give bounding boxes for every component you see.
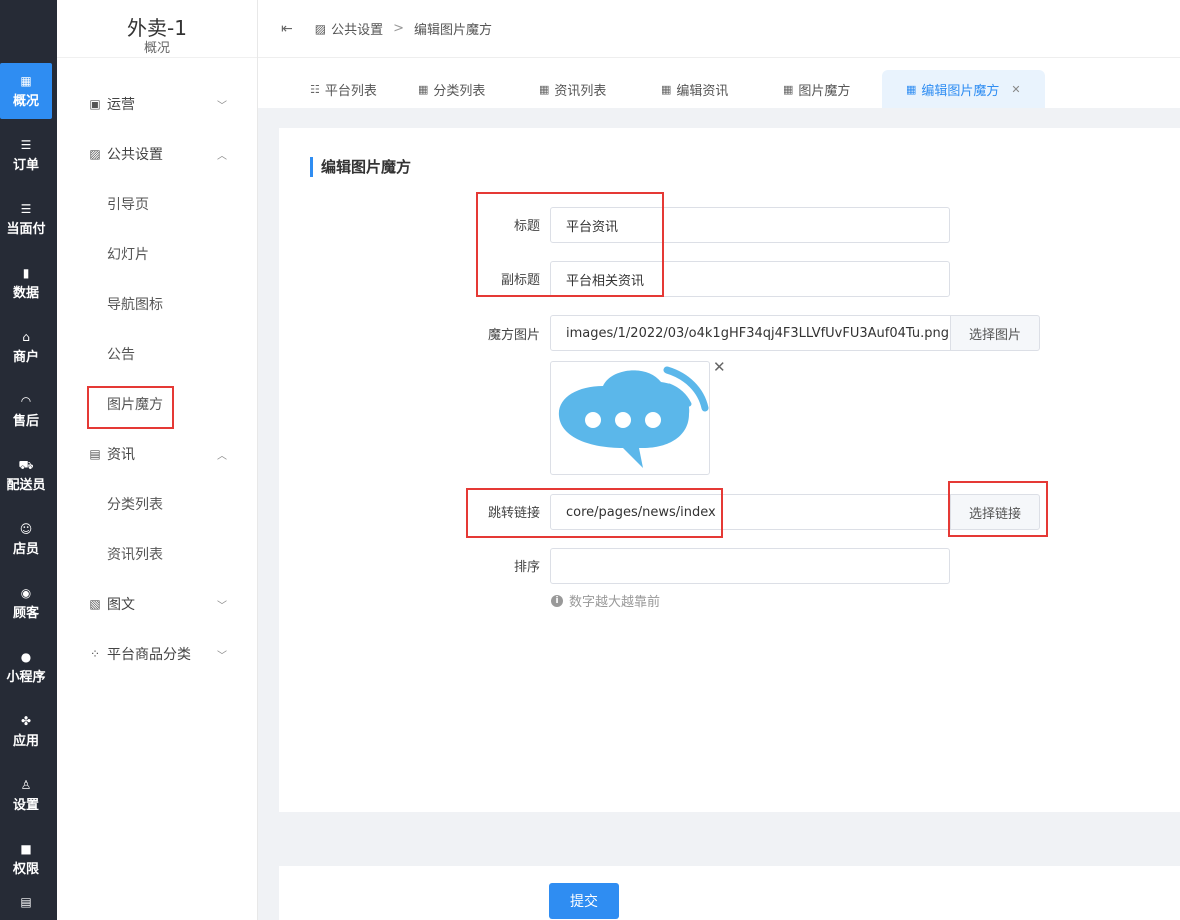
tab-platform-list[interactable]: ☷ 平台列表 bbox=[310, 70, 377, 108]
rail-item-apps[interactable]: ✤ 应用 bbox=[0, 703, 52, 759]
store-name: 外卖-1 bbox=[127, 16, 187, 40]
top-header: ⇤ ▨ 公共设置 > 编辑图片魔方 bbox=[258, 0, 1180, 58]
chevron-down-icon: ﹀ bbox=[217, 650, 227, 662]
tab-edit-image-cube[interactable]: ▦ 编辑图片魔方 ✕ bbox=[882, 70, 1045, 108]
headset-icon: ◠ bbox=[20, 393, 32, 408]
menu-header: 外卖-1 概况 bbox=[57, 0, 257, 58]
rail-item-merchant[interactable]: ⌂ 商户 bbox=[0, 319, 52, 375]
breadcrumb-separator: > bbox=[393, 21, 404, 36]
tab-news-list[interactable]: ▦ 资讯列表 bbox=[539, 70, 606, 108]
menu-item-public-settings[interactable]: ▨ 公共设置 ︿ bbox=[57, 129, 257, 179]
chat-bubble-icon bbox=[558, 366, 709, 468]
menu-item-notice[interactable]: 公告 bbox=[57, 329, 257, 379]
list-icon: ☰ bbox=[20, 137, 32, 152]
report-icon: ▤ bbox=[20, 895, 32, 909]
image-label: 魔方图片 bbox=[487, 328, 540, 343]
breadcrumb-parent[interactable]: 公共设置 bbox=[331, 19, 383, 38]
menu-subtitle: 概况 bbox=[143, 41, 170, 56]
grid-icon: ▦ bbox=[418, 82, 429, 96]
menu-item-category-list[interactable]: 分类列表 bbox=[57, 479, 257, 529]
image-preview bbox=[550, 361, 710, 475]
rail-item-settings[interactable]: ♙ 设置 bbox=[0, 767, 52, 823]
picture-icon: ▧ bbox=[89, 597, 101, 611]
sort-label: 排序 bbox=[513, 560, 540, 575]
main-nav-rail: ▦ 概况 ☰ 订单 ☰ 当面付 ▮ 数据 ⌂ 商户 ◠ 售后 ⛟ 配送员 ☺ 店… bbox=[0, 0, 57, 920]
grid-icon: ⁘ bbox=[89, 647, 101, 661]
highlight-box-title-fields bbox=[476, 192, 664, 297]
dashboard-icon: ▦ bbox=[20, 73, 32, 88]
grid-icon: ▦ bbox=[783, 82, 794, 96]
menu-item-operations[interactable]: ▣ 运营 ﹀ bbox=[57, 79, 257, 129]
document-icon: ▤ bbox=[89, 447, 101, 461]
sort-input[interactable] bbox=[550, 548, 950, 584]
image-icon: ▨ bbox=[89, 147, 101, 161]
scooter-icon: ⛟ bbox=[18, 457, 34, 472]
remove-image-icon[interactable]: ✕ bbox=[713, 358, 726, 376]
menu-item-nav-icons[interactable]: 导航图标 bbox=[57, 279, 257, 329]
menu-item-graphic[interactable]: ▧ 图文 ﹀ bbox=[57, 579, 257, 629]
highlight-box-choose-link bbox=[948, 481, 1048, 537]
grid-icon: ▦ bbox=[661, 82, 672, 96]
breadcrumb-current: 编辑图片魔方 bbox=[414, 23, 493, 38]
page-tabs: ☷ 平台列表 ▦ 分类列表 ▦ 资讯列表 ▦ 编辑资讯 ▦ 图片魔方 ▦ 编辑图… bbox=[258, 58, 1180, 108]
people-icon: ☺ bbox=[19, 521, 33, 536]
menu-item-news-list[interactable]: 资讯列表 bbox=[57, 529, 257, 579]
menu-item-platform-categories[interactable]: ⁘ 平台商品分类 ﹀ bbox=[57, 629, 257, 679]
grid-icon: ▦ bbox=[539, 82, 550, 96]
info-icon: i bbox=[551, 594, 563, 607]
list-icon: ☷ bbox=[310, 82, 320, 96]
chevron-down-icon: ﹀ bbox=[217, 100, 227, 112]
wechat-icon: ● bbox=[20, 649, 32, 664]
list-icon: ☰ bbox=[20, 201, 32, 216]
image-icon: ▨ bbox=[314, 21, 327, 36]
highlight-box-image-cube bbox=[87, 386, 174, 429]
rail-item-customers[interactable]: ◉ 顾客 bbox=[0, 575, 52, 631]
section-title: 编辑图片魔方 bbox=[310, 157, 411, 177]
chevron-up-icon: ︿ bbox=[217, 450, 227, 462]
user-settings-icon: ♙ bbox=[20, 777, 32, 792]
rail-item-report[interactable]: ▤ bbox=[0, 895, 52, 920]
tab-image-cube[interactable]: ▦ 图片魔方 bbox=[783, 70, 850, 108]
choose-image-button[interactable]: 选择图片 bbox=[950, 315, 1040, 351]
tab-edit-news[interactable]: ▦ 编辑资讯 bbox=[661, 70, 728, 108]
rail-item-data[interactable]: ▮ 数据 bbox=[0, 255, 52, 311]
rail-item-courier[interactable]: ⛟ 配送员 bbox=[0, 447, 52, 503]
rail-item-after-sales[interactable]: ◠ 售后 bbox=[0, 383, 52, 439]
menu-item-news[interactable]: ▤ 资讯 ︿ bbox=[57, 429, 257, 479]
submit-button[interactable]: 提交 bbox=[549, 883, 619, 919]
form-footer: 提交 bbox=[279, 866, 1180, 920]
rail-item-staff[interactable]: ☺ 店员 bbox=[0, 511, 52, 567]
rail-item-orders[interactable]: ☰ 订单 bbox=[0, 127, 52, 183]
rail-item-face-pay[interactable]: ☰ 当面付 bbox=[0, 191, 52, 247]
close-icon[interactable]: ✕ bbox=[1011, 83, 1020, 96]
user-circle-icon: ◉ bbox=[20, 585, 32, 600]
menu-item-slides[interactable]: 幻灯片 bbox=[57, 229, 257, 279]
chevron-down-icon: ﹀ bbox=[217, 600, 227, 612]
rail-item-permissions[interactable]: ■ 权限 bbox=[0, 831, 52, 887]
breadcrumb: ⇤ ▨ 公共设置 > 编辑图片魔方 bbox=[281, 19, 493, 39]
briefcase-icon: ▣ bbox=[89, 97, 101, 111]
grid-icon: ▦ bbox=[906, 82, 917, 96]
sort-hint: i 数字越大越靠前 bbox=[551, 591, 660, 610]
menu-item-guide-page[interactable]: 引导页 bbox=[57, 179, 257, 229]
apps-icon: ✤ bbox=[20, 713, 32, 728]
store-icon: ⌂ bbox=[22, 329, 30, 344]
highlight-box-link bbox=[466, 488, 723, 538]
tab-category-list[interactable]: ▦ 分类列表 bbox=[418, 70, 485, 108]
lock-icon: ■ bbox=[20, 841, 32, 856]
edit-form-panel: 编辑图片魔方 标题 平台资讯 副标题 平台相关资讯 魔方图片 images/1/… bbox=[279, 128, 1180, 812]
chevron-up-icon: ︿ bbox=[217, 150, 227, 162]
collapse-menu-icon[interactable]: ⇤ bbox=[281, 21, 293, 37]
secondary-menu: 外卖-1 概况 ▣ 运营 ﹀ ▨ 公共设置 ︿ 引导页 幻灯片 导航图标 公告 … bbox=[57, 0, 258, 920]
image-path-input[interactable]: images/1/2022/03/o4k1gHF34qj4F3LLVfUvFU3… bbox=[550, 315, 951, 351]
bar-chart-icon: ▮ bbox=[22, 265, 30, 280]
rail-item-mini-program[interactable]: ● 小程序 bbox=[0, 639, 52, 695]
rail-item-overview[interactable]: ▦ 概况 bbox=[0, 63, 52, 119]
